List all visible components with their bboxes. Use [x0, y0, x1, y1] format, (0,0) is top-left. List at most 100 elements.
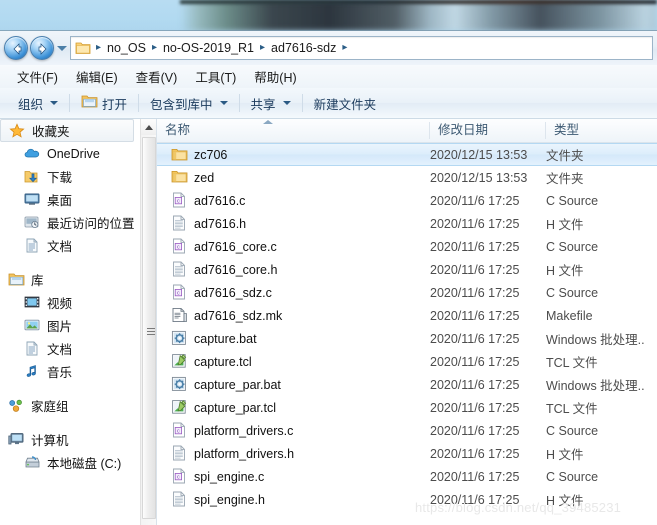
menu-file[interactable]: 文件(F): [8, 65, 67, 88]
sidebar-item-documents[interactable]: 文档: [0, 234, 140, 257]
navigation-pane[interactable]: 收藏夹 OneDrive 下载 桌面 最近访问的位置 文档 库 视频 图片 文档…: [0, 119, 140, 525]
organize-button[interactable]: 组织: [10, 91, 66, 116]
downloads-icon: [24, 169, 42, 185]
blurred-wallpaper: [180, 0, 657, 31]
table-row[interactable]: capture.tcl 2020/11/6 17:25 TCL 文件: [157, 350, 657, 373]
sidebar-group-favorites[interactable]: 收藏夹: [0, 119, 134, 142]
table-row[interactable]: capture.bat 2020/11/6 17:25 Windows 批处理..: [157, 327, 657, 350]
menu-edit[interactable]: 编辑(E): [67, 65, 127, 88]
sidebar-item-music[interactable]: 音乐: [0, 360, 140, 383]
table-row[interactable]: zc706 2020/12/15 13:53 文件夹: [157, 143, 657, 166]
table-row[interactable]: capture_par.bat 2020/11/6 17:25 Windows 批处…: [157, 373, 657, 396]
sidebar-group-computer[interactable]: 计算机: [0, 428, 140, 451]
column-header-name[interactable]: 名称: [157, 119, 430, 142]
makefile-icon: [171, 307, 188, 324]
table-row[interactable]: zed 2020/12/15 13:53 文件夹: [157, 166, 657, 189]
table-row[interactable]: c spi_engine.c 2020/11/6 17:25 C Source: [157, 465, 657, 488]
table-row[interactable]: ad7616.h 2020/11/6 17:25 H 文件: [157, 212, 657, 235]
share-label: 共享: [250, 97, 276, 112]
breadcrumb-segment-no_OS[interactable]: no_OS: [104, 37, 149, 59]
folder-icon: [171, 169, 188, 186]
sidebar-item-desktop-label: 桌面: [47, 194, 73, 208]
file-type: H 文件: [546, 264, 584, 278]
table-row[interactable]: c ad7616_sdz.c 2020/11/6 17:25 C Source: [157, 281, 657, 304]
new-folder-button[interactable]: 新建文件夹: [306, 91, 385, 116]
sidebar-item-downloads-label: 下载: [47, 171, 73, 185]
sidebar-item-pictures-label: 图片: [47, 320, 73, 334]
command-separator: [238, 94, 240, 112]
file-type: H 文件: [546, 218, 584, 232]
scrollbar-thumb[interactable]: [142, 137, 156, 519]
column-header-date-modified[interactable]: 修改日期: [430, 119, 546, 142]
menu-help[interactable]: 帮助(H): [245, 65, 305, 88]
sidebar-item-documents-library[interactable]: 文档: [0, 337, 140, 360]
table-row[interactable]: ad7616_sdz.mk 2020/11/6 17:25 Makefile: [157, 304, 657, 327]
sidebar-item-local-disk-c[interactable]: 本地磁盘 (C:): [0, 451, 140, 474]
sidebar-item-videos-label: 视频: [47, 297, 73, 311]
sidebar-item-local-disk-c-label: 本地磁盘 (C:): [47, 457, 122, 471]
history-dropdown-icon[interactable]: [57, 46, 67, 51]
file-name: capture.tcl: [194, 354, 252, 369]
open-button[interactable]: 打开: [73, 91, 135, 116]
address-bar-row: ▸ no_OS ▸ no-OS-2019_R1 ▸ ad7616-sdz ▸: [0, 31, 657, 65]
wallpaper-top-edge: [180, 0, 657, 4]
sidebar-item-desktop[interactable]: 桌面: [0, 188, 140, 211]
h-file-icon: [171, 215, 188, 232]
tcl-icon: [171, 353, 188, 370]
file-date-modified: 2020/11/6 17:25: [430, 400, 520, 415]
watermark-text: https://blog.csdn.net/qq_39485231: [415, 500, 622, 515]
file-date-modified: 2020/11/6 17:25: [430, 446, 520, 461]
share-button[interactable]: 共享: [243, 91, 299, 116]
scroll-up-button[interactable]: [141, 119, 157, 135]
file-name: spi_engine.h: [194, 492, 265, 507]
file-name: zed: [194, 170, 215, 185]
breadcrumb-segment-no-OS-2019_R1[interactable]: no-OS-2019_R1: [160, 37, 257, 59]
file-type: 文件夹: [546, 149, 584, 163]
address-bar[interactable]: ▸ no_OS ▸ no-OS-2019_R1 ▸ ad7616-sdz ▸: [70, 36, 653, 60]
file-date-modified: 2020/11/6 17:25: [430, 354, 520, 369]
file-date-modified: 2020/11/6 17:25: [430, 331, 520, 346]
table-row[interactable]: c ad7616.c 2020/11/6 17:25 C Source: [157, 189, 657, 212]
table-row[interactable]: c ad7616_core.c 2020/11/6 17:25 C Source: [157, 235, 657, 258]
file-type: C Source: [546, 285, 599, 300]
column-header-type[interactable]: 类型: [546, 119, 657, 142]
forward-button[interactable]: [30, 36, 54, 60]
sidebar-item-pictures[interactable]: 图片: [0, 314, 140, 337]
sidebar-item-downloads[interactable]: 下载: [0, 165, 140, 188]
include-in-library-button[interactable]: 包含到库中: [142, 91, 236, 116]
breadcrumb-separator: ▸: [151, 42, 157, 53]
open-folder-icon: [81, 94, 98, 112]
table-row[interactable]: capture_par.tcl 2020/11/6 17:25 TCL 文件: [157, 396, 657, 419]
table-row[interactable]: c platform_drivers.c 2020/11/6 17:25 C Sour…: [157, 419, 657, 442]
menu-view[interactable]: 查看(V): [127, 65, 187, 88]
table-row[interactable]: platform_drivers.h 2020/11/6 17:25 H 文件: [157, 442, 657, 465]
breadcrumb-separator: ▸: [342, 42, 348, 53]
menu-tools[interactable]: 工具(T): [186, 65, 245, 88]
sidebar-group-homegroup[interactable]: 家庭组: [0, 394, 140, 417]
pictures-icon: [24, 318, 42, 334]
navigation-pane-scrollbar[interactable]: [140, 119, 157, 525]
file-date-modified: 2020/11/6 17:25: [430, 377, 520, 392]
back-button[interactable]: [4, 36, 28, 60]
computer-icon: [8, 432, 26, 448]
table-row[interactable]: ad7616_core.h 2020/11/6 17:25 H 文件: [157, 258, 657, 281]
c-source-icon: c: [171, 192, 188, 209]
file-date-modified: 2020/11/6 17:25: [430, 469, 520, 484]
file-date-modified: 2020/12/15 13:53: [430, 147, 528, 162]
sidebar-item-videos[interactable]: 视频: [0, 291, 140, 314]
file-name: ad7616_sdz.c: [194, 285, 272, 300]
sidebar-item-onedrive[interactable]: OneDrive: [0, 142, 140, 165]
star-icon: [9, 122, 27, 139]
file-date-modified: 2020/11/6 17:25: [430, 193, 520, 208]
breadcrumb-segment-ad7616-sdz[interactable]: ad7616-sdz: [268, 37, 339, 59]
recent-places-icon: [24, 215, 42, 231]
sidebar-item-onedrive-label: OneDrive: [47, 146, 100, 161]
file-name: platform_drivers.h: [194, 446, 295, 461]
svg-text:c: c: [177, 475, 180, 481]
file-type: C Source: [546, 239, 599, 254]
menu-bar: 文件(F) 编辑(E) 查看(V) 工具(T) 帮助(H): [0, 65, 657, 88]
sidebar-item-recent-places[interactable]: 最近访问的位置: [0, 211, 140, 234]
sidebar-group-libraries[interactable]: 库: [0, 268, 140, 291]
